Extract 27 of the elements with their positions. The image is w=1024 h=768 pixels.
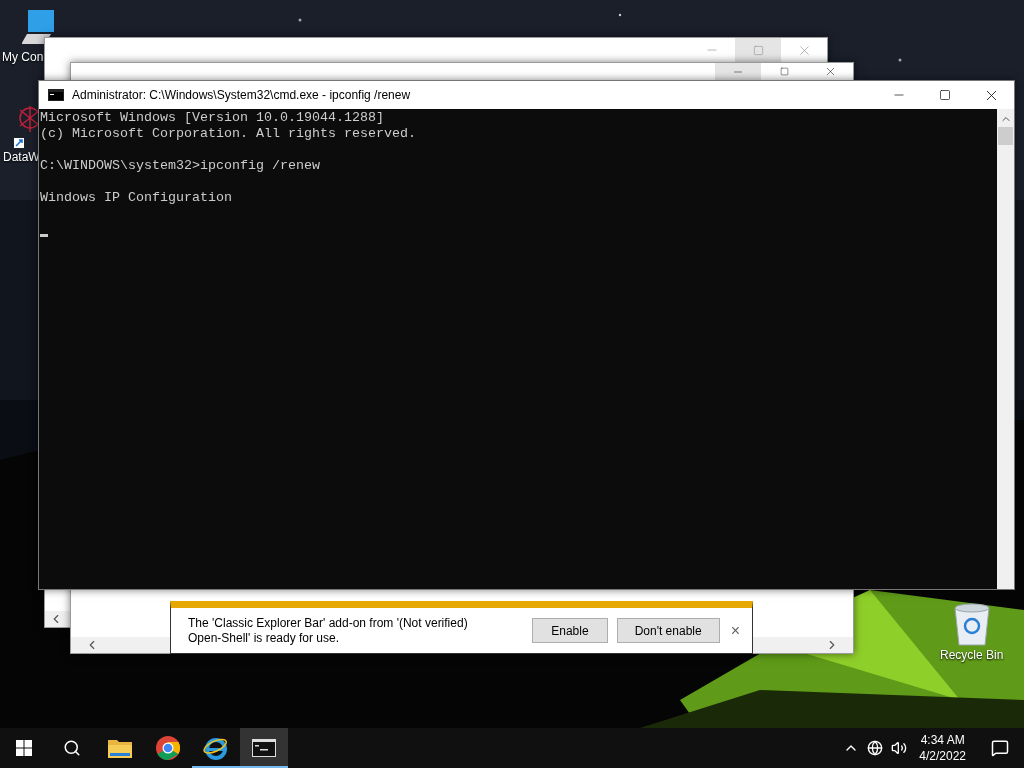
desktop-icon-label[interactable]: My Con: [2, 50, 44, 64]
maximize-icon: [752, 44, 764, 56]
notification-message: The 'Classic Explorer Bar' add-on from '(Not verified) Open-Shell' is ready for use.: [188, 615, 469, 646]
window-title: Administrator: C:\Windows\System32\cmd.exe - ipconfig /renew: [72, 88, 411, 102]
windows-logo-icon: [16, 740, 32, 756]
console-line: Windows IP Configuration: [40, 190, 233, 206]
console-line: Microsoft Windows [Version 10.0.19044.1288]: [40, 110, 385, 126]
maximize-icon: [779, 67, 789, 76]
console-line: (c) Microsoft Corporation. All rights reserved.: [40, 126, 417, 142]
enable-button[interactable]: Enable: [532, 618, 608, 643]
globe-e-icon: [203, 736, 229, 760]
console-line: C:\WINDOWS\system32>ipconfig /renew: [40, 158, 321, 174]
scrollbar-thumb[interactable]: [998, 127, 1013, 145]
console-icon: [48, 89, 64, 101]
folder-icon: [108, 738, 132, 758]
close-button[interactable]: ×: [728, 621, 742, 640]
network-icon[interactable]: [867, 740, 884, 756]
volume-icon[interactable]: [891, 740, 908, 756]
notifications-icon[interactable]: [991, 739, 1009, 757]
console-icon: [252, 739, 276, 757]
search-icon: [63, 739, 81, 757]
taskbar-button[interactable]: [240, 728, 288, 768]
dont-enable-button[interactable]: Don't enable: [616, 618, 720, 643]
maximize-icon: [939, 89, 951, 101]
clock[interactable]: 4:34 AM 4/2/2022: [919, 732, 966, 764]
chrome-icon: [156, 736, 180, 760]
desktop-icon-label[interactable]: DataW: [3, 150, 40, 164]
